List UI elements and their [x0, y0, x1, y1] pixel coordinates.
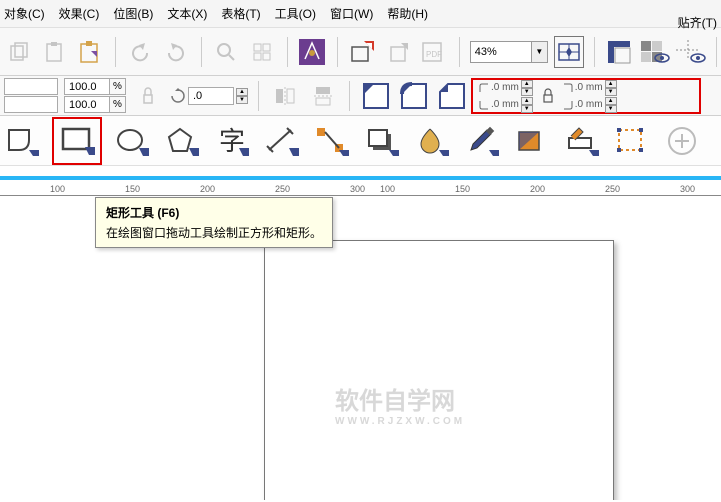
corner-tr-icon: [563, 82, 573, 94]
eye-crosshair-button[interactable]: [676, 36, 706, 68]
paste-button[interactable]: [40, 36, 70, 68]
undo-button[interactable]: [126, 36, 156, 68]
polygon-tool[interactable]: [162, 121, 202, 161]
scale-x-input[interactable]: [64, 78, 110, 95]
corner-tr-spin[interactable]: ▲▼: [605, 80, 617, 96]
search-button[interactable]: [212, 36, 242, 68]
outline-tool[interactable]: [562, 121, 602, 161]
zoom-dropdown-icon[interactable]: ▼: [532, 41, 548, 63]
horizontal-ruler: 100 150 200 250 300 100 150 200 250 300: [0, 166, 721, 196]
tooltip-title: 矩形工具 (F6): [106, 204, 322, 221]
ruler-corner-button[interactable]: [604, 36, 634, 68]
app-icon-button[interactable]: [298, 36, 328, 68]
menu-effects[interactable]: 效果(C): [59, 5, 100, 22]
dropshadow-tool[interactable]: [362, 121, 402, 161]
connector-tool[interactable]: [312, 121, 352, 161]
menu-tools[interactable]: 工具(O): [275, 5, 316, 22]
x-input[interactable]: [4, 78, 58, 95]
transparency-tool[interactable]: [412, 121, 452, 161]
corner-style-3-button[interactable]: [436, 80, 468, 112]
angle-spinner[interactable]: ▲▼: [236, 88, 248, 104]
add-tool[interactable]: [662, 121, 702, 161]
redo-button[interactable]: [161, 36, 191, 68]
page-canvas[interactable]: 软件自学网 WWW.RJZXW.COM: [264, 240, 614, 500]
main-toolbar: PDF ▼ 贴齐(T): [0, 28, 721, 76]
corner-bl-spin[interactable]: ▲▼: [521, 97, 533, 113]
menu-table[interactable]: 表格(T): [221, 5, 260, 22]
copy-button[interactable]: [4, 36, 34, 68]
scale-fields: % %: [64, 78, 126, 113]
fill-tool[interactable]: [512, 121, 552, 161]
y-input[interactable]: [4, 96, 58, 113]
watermark: 软件自学网 WWW.RJZXW.COM: [335, 381, 465, 427]
corner-tl-value: .0 mm: [491, 82, 519, 93]
property-bar: % % ▲▼ .0 mm ▲▼ .0 mm: [0, 76, 721, 116]
pdf-button[interactable]: PDF: [419, 36, 449, 68]
percent-unit: %: [110, 96, 126, 113]
scale-y-input[interactable]: [64, 96, 110, 113]
mirror-h-button[interactable]: [269, 80, 301, 112]
grid-button[interactable]: [247, 36, 277, 68]
import-button[interactable]: [348, 36, 378, 68]
export-button[interactable]: [384, 36, 414, 68]
tool-row: 字: [0, 116, 721, 166]
menu-object[interactable]: 对象(C): [4, 5, 45, 22]
shape-tool-1[interactable]: [2, 121, 42, 161]
ellipse-tool[interactable]: [112, 121, 152, 161]
menu-bitmap[interactable]: 位图(B): [113, 5, 153, 22]
zoom-input[interactable]: [470, 41, 532, 63]
corner-bl-icon: [479, 99, 489, 111]
angle-input[interactable]: [188, 87, 234, 105]
corner-lock-button[interactable]: [539, 87, 557, 105]
menu-window[interactable]: 窗口(W): [330, 5, 373, 22]
corner-style-2-button[interactable]: [398, 80, 430, 112]
zoom-select[interactable]: ▼: [470, 41, 548, 63]
corner-radius-group: .0 mm ▲▼ .0 mm ▲▼ .0 mm ▲▼ .0 mm ▲▼: [471, 78, 701, 114]
menu-text[interactable]: 文本(X): [167, 5, 207, 22]
crop-frame-tool[interactable]: [612, 121, 652, 161]
corner-tl-icon: [479, 82, 489, 94]
rotate-icon: [170, 88, 186, 104]
menu-help[interactable]: 帮助(H): [387, 5, 428, 22]
mirror-v-button[interactable]: [307, 80, 339, 112]
fullscreen-button[interactable]: [554, 36, 584, 68]
eyedropper-tool[interactable]: [462, 121, 502, 161]
svg-text:PDF: PDF: [426, 50, 442, 59]
corner-bl-value: .0 mm: [491, 99, 519, 110]
dimension-tool[interactable]: [262, 121, 302, 161]
snap-label[interactable]: 贴齐(T): [678, 14, 717, 31]
corner-tl-spin[interactable]: ▲▼: [521, 80, 533, 96]
percent-unit: %: [110, 78, 126, 95]
eye-grid-button[interactable]: [640, 36, 670, 68]
corner-style-1-button[interactable]: [360, 80, 392, 112]
corner-tr-value: .0 mm: [575, 82, 603, 93]
rectangle-tool[interactable]: [52, 117, 102, 165]
tooltip-desc: 在绘图窗口拖动工具绘制正方形和矩形。: [106, 224, 322, 241]
corner-br-spin[interactable]: ▲▼: [605, 97, 617, 113]
position-fields: [4, 78, 58, 113]
menu-bar: 对象(C) 效果(C) 位图(B) 文本(X) 表格(T) 工具(O) 窗口(W…: [0, 0, 721, 28]
clipboard-button[interactable]: [75, 36, 105, 68]
corner-br-icon: [563, 99, 573, 111]
tooltip: 矩形工具 (F6) 在绘图窗口拖动工具绘制正方形和矩形。: [95, 197, 333, 248]
corner-br-value: .0 mm: [575, 99, 603, 110]
lock-aspect-button[interactable]: [132, 80, 164, 112]
text-tool[interactable]: 字: [212, 121, 252, 161]
